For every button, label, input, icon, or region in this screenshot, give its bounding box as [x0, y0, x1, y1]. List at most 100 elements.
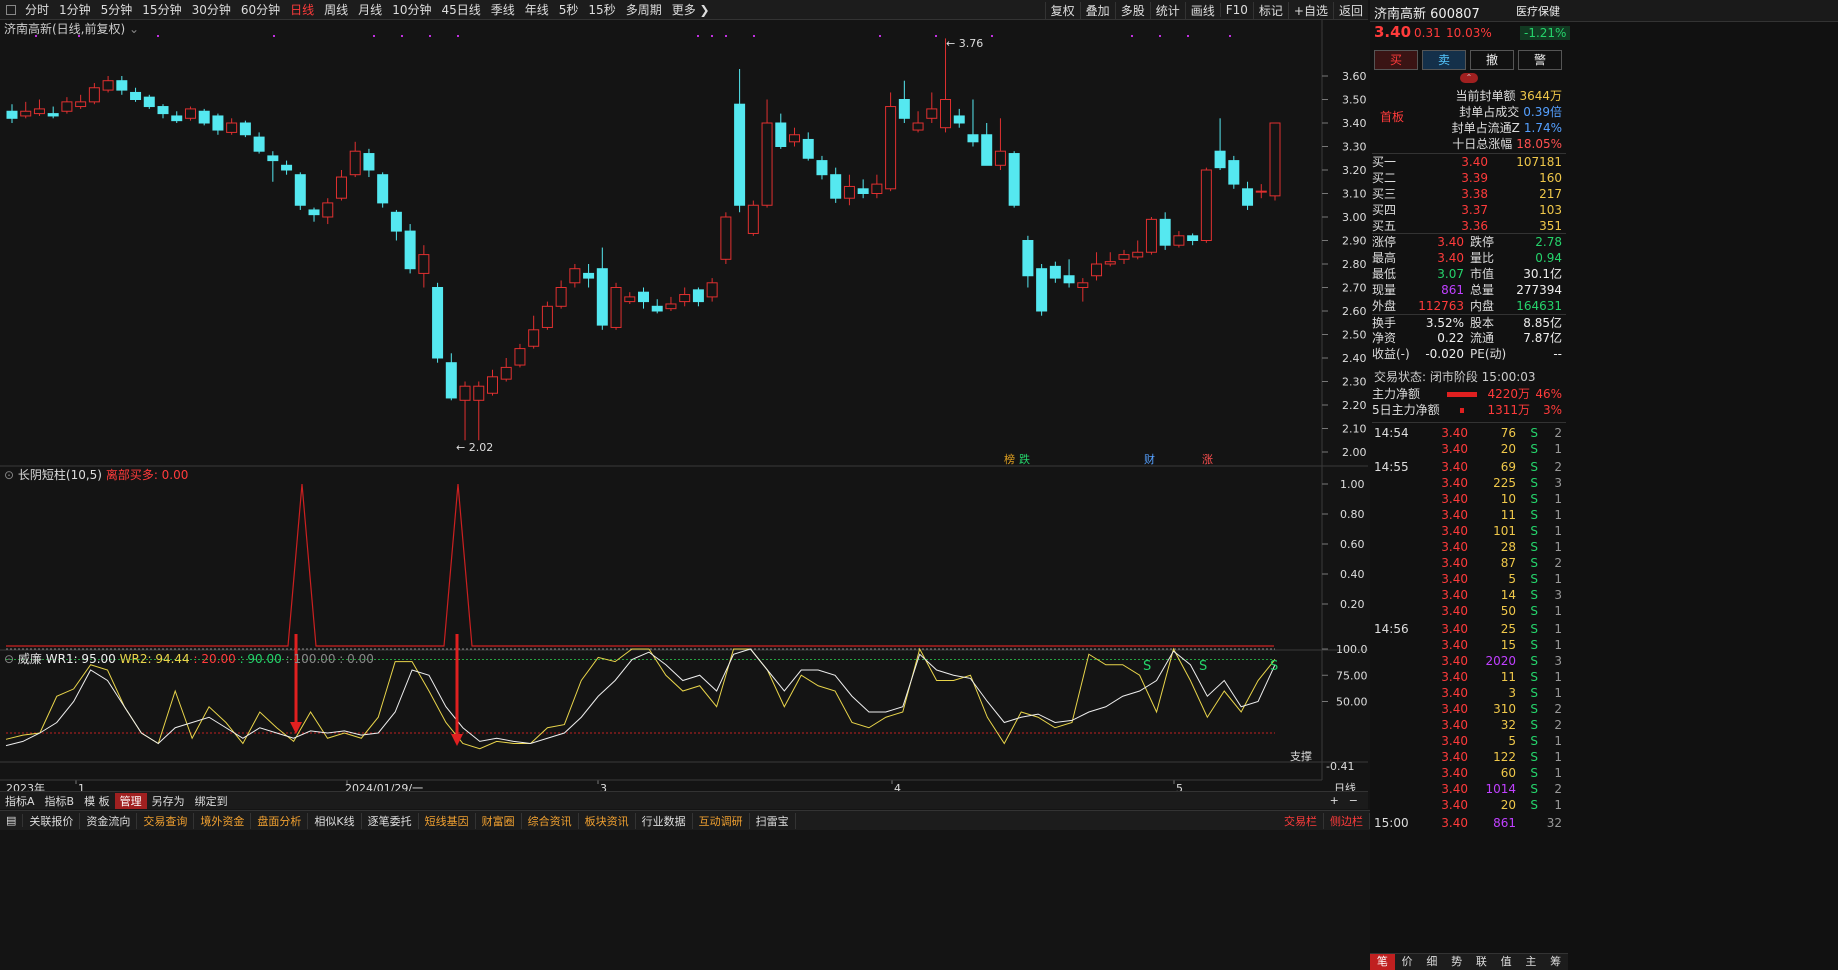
- event-tag[interactable]: 财: [1144, 452, 1155, 466]
- kline-chart[interactable]: ← 3.76 ← 2.02 榜跌 财 涨 3.60 3.50 3.40 3.30 3.20 3.1…: [0, 20, 1368, 835]
- period-tab[interactable]: 年线: [520, 1, 554, 18]
- quote-tab[interactable]: 细: [1420, 954, 1445, 970]
- expand-icon[interactable]: ⌃: [1460, 73, 1478, 83]
- alert-button[interactable]: 警: [1518, 50, 1562, 70]
- footer-tab[interactable]: 境外资金: [194, 812, 252, 829]
- period-tab[interactable]: 多周期: [621, 1, 667, 18]
- zoom-in-button[interactable]: +: [1325, 794, 1344, 807]
- candle: [1214, 118, 1226, 170]
- collapse-icon[interactable]: ⊙: [4, 468, 14, 482]
- bid-row[interactable]: 买三 3.38 217: [1372, 186, 1566, 202]
- quote-tab[interactable]: 值: [1494, 954, 1519, 970]
- indicator-tab[interactable]: 绑定到: [190, 793, 233, 809]
- period-tab[interactable]: 10分钟: [387, 1, 436, 18]
- candle: [198, 108, 210, 126]
- collapse-icon[interactable]: ⊙: [4, 652, 14, 666]
- footer-tab[interactable]: 板块资讯: [579, 812, 636, 829]
- buy-button[interactable]: 买: [1374, 50, 1418, 70]
- candle: [981, 123, 993, 166]
- footer-tab[interactable]: 逐笔委托: [362, 812, 419, 829]
- footer-tab[interactable]: 资金流向: [80, 812, 138, 829]
- indicator-tab[interactable]: 另存为: [147, 793, 190, 809]
- stat-row: 最高 3.40 量比 0.94: [1372, 251, 1562, 265]
- event-tag[interactable]: 跌: [1019, 452, 1030, 466]
- period-tab[interactable]: 季线: [486, 1, 520, 18]
- footer-tab[interactable]: 相似K线: [308, 812, 362, 829]
- period-tab[interactable]: 15分钟: [137, 1, 186, 18]
- footer-tab[interactable]: 短线基因: [419, 812, 476, 829]
- candle: [1228, 155, 1240, 189]
- quote-tab[interactable]: 联: [1469, 954, 1494, 970]
- bid-row[interactable]: 买二 3.39 160: [1372, 170, 1566, 186]
- footer-tab[interactable]: 交易查询: [137, 812, 195, 829]
- period-tab[interactable]: 更多 ❯: [667, 1, 715, 18]
- toolbar-button[interactable]: 复权: [1044, 1, 1080, 19]
- footer-tab[interactable]: 综合资讯: [522, 812, 579, 829]
- period-tab[interactable]: 月线: [353, 1, 387, 18]
- quote-tab[interactable]: 笔: [1370, 954, 1395, 970]
- footer-tab[interactable]: 扫雷宝: [750, 812, 796, 829]
- sell-button[interactable]: 卖: [1422, 50, 1466, 70]
- sector-name[interactable]: 医疗保健: [1516, 3, 1560, 19]
- period-tab[interactable]: 5分钟: [96, 1, 138, 18]
- period-tab[interactable]: 1分钟: [54, 1, 96, 18]
- period-tab[interactable]: 5秒: [554, 1, 584, 18]
- indicator-tab[interactable]: 指标A: [0, 793, 40, 809]
- candle: [692, 287, 704, 307]
- menu-square-icon[interactable]: [6, 4, 16, 15]
- period-tab[interactable]: 60分钟: [236, 1, 285, 18]
- footer-right-tab[interactable]: 交易栏: [1278, 812, 1324, 829]
- low-marker: ← 2.02: [456, 441, 493, 454]
- candle: [486, 369, 498, 396]
- period-tab[interactable]: 15秒: [583, 1, 620, 18]
- candle: [734, 68, 746, 213]
- ind1-tick: 0.60: [1340, 538, 1365, 551]
- level-100: : 100.00 : 0.00: [285, 652, 374, 666]
- quote-tab[interactable]: 势: [1444, 954, 1469, 970]
- quote-tab[interactable]: 价: [1395, 954, 1420, 970]
- stat-row: 换手 3.52% 股本 8.85亿: [1372, 314, 1566, 330]
- toolbar-button[interactable]: 叠加: [1079, 1, 1115, 19]
- event-tag[interactable]: 榜: [1004, 452, 1015, 466]
- footer-tab[interactable]: 行业数据: [636, 812, 693, 829]
- flow-row: 5日主力净额 1311万 3%: [1372, 403, 1562, 417]
- footer-tab[interactable]: 财富圈: [476, 812, 522, 829]
- toolbar-button[interactable]: 多股: [1114, 1, 1150, 19]
- period-tab[interactable]: 日线: [285, 1, 319, 18]
- period-tab[interactable]: 45日线: [436, 1, 485, 18]
- footer-right-tab[interactable]: 侧边栏: [1324, 812, 1370, 829]
- bid-row[interactable]: 买五 3.36 351: [1372, 218, 1566, 234]
- price-tick: 2.90: [1342, 235, 1367, 248]
- bid-row[interactable]: 买四 3.37 103: [1372, 202, 1566, 218]
- indicator-tab[interactable]: 指标B: [40, 793, 80, 809]
- cancel-order-button[interactable]: 撤: [1470, 50, 1514, 70]
- quote-tab[interactable]: 筹: [1543, 954, 1568, 970]
- quote-tab[interactable]: 主: [1519, 954, 1544, 970]
- toolbar-button[interactable]: 标记: [1252, 1, 1288, 19]
- period-tab[interactable]: 周线: [319, 1, 353, 18]
- period-tab[interactable]: 分时: [20, 1, 54, 18]
- toolbar-button[interactable]: 返回: [1332, 1, 1368, 19]
- toolbar-button[interactable]: F10: [1219, 3, 1253, 17]
- toolbar-button[interactable]: +自选: [1287, 1, 1333, 19]
- ind1-tick: 0.40: [1340, 568, 1365, 581]
- candle: [20, 101, 32, 119]
- footer-tab[interactable]: 互动调研: [693, 812, 750, 829]
- bid-row[interactable]: 买一 3.40 107181: [1372, 154, 1566, 170]
- indicator-tab[interactable]: 模 板: [79, 793, 115, 809]
- price-tick: 3.30: [1342, 141, 1367, 154]
- ind1-name: 长阴短柱(10,5): [17, 468, 102, 482]
- zoom-out-button[interactable]: −: [1344, 794, 1363, 807]
- footer-tab[interactable]: 关联报价: [23, 812, 81, 829]
- candle: [1049, 261, 1061, 283]
- footer-tab[interactable]: 盘面分析: [251, 812, 309, 829]
- footer-menu-icon[interactable]: ▤: [0, 814, 24, 827]
- ind2-name: 威廉: [17, 652, 42, 666]
- arrow-down-icon: [290, 722, 302, 734]
- event-tag[interactable]: 涨: [1202, 453, 1213, 466]
- candle: [514, 343, 526, 368]
- period-tab[interactable]: 30分钟: [187, 1, 236, 18]
- indicator-tab[interactable]: 管理: [114, 792, 147, 809]
- toolbar-button[interactable]: 画线: [1184, 1, 1220, 19]
- toolbar-button[interactable]: 统计: [1149, 1, 1185, 19]
